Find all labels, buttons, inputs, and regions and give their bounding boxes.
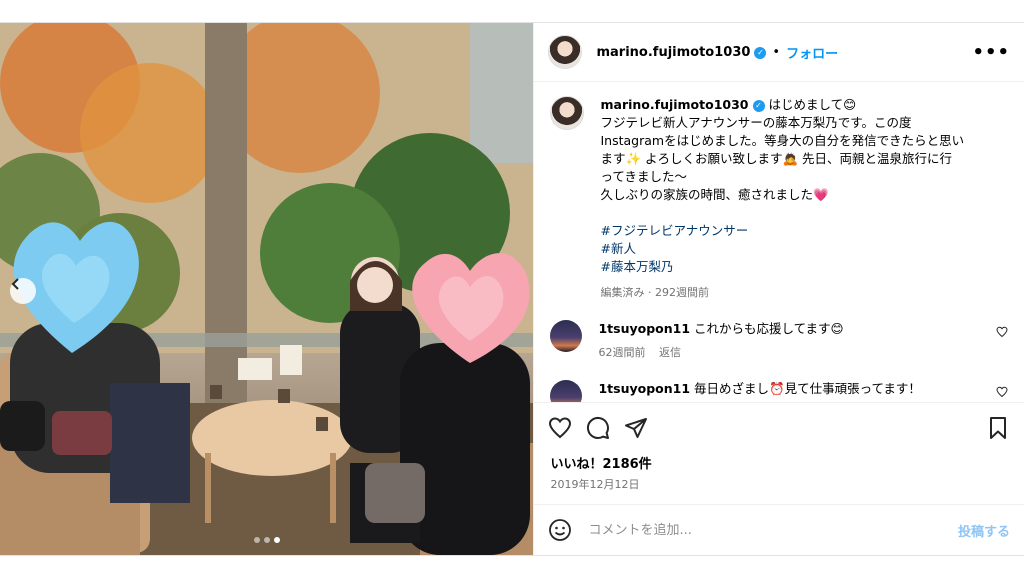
follow-button[interactable]: フォロー [786,43,838,62]
hashtag-link[interactable]: #藤本万梨乃 [600,258,1000,276]
comment-input[interactable] [586,521,958,539]
heart-icon [549,417,572,439]
comment-text: これからも応援してます😊 [694,321,844,336]
emoji-icon[interactable] [548,518,572,542]
photo-illustration [0,23,534,555]
comment-button[interactable] [586,416,610,440]
caption-line: ます✨ よろしくお願い致します🙇 先日、両親と温泉旅行に行 [600,151,953,166]
post-photo[interactable] [0,23,534,555]
post-date: 2019年12月12日 [550,478,640,491]
carousel-indicator [0,537,533,543]
hashtag-link[interactable]: #新人 [600,240,1000,258]
reply-button[interactable]: 返信 [659,346,681,359]
save-button[interactable] [986,416,1010,440]
author-avatar[interactable] [548,35,583,69]
comment-item: 1tsuyopon11 毎日めざまし⏰見て仕事頑張ってます！ [550,380,1008,402]
header-separator: • [772,44,781,60]
chevron-left-icon [11,278,19,290]
like-button[interactable] [548,416,572,440]
send-icon [625,418,648,438]
commenter-avatar[interactable] [550,320,583,352]
comment-like-icon[interactable] [996,326,1008,338]
commenter-username[interactable]: 1tsuyopon11 [598,381,690,396]
caption-line: はじめまして😊 [768,97,857,112]
comment-time: 62週間前 [598,346,646,359]
caption-username[interactable]: marino.fujimoto1030 ✓ [600,97,765,112]
carousel-dot-active [273,537,280,543]
verified-badge-icon: ✓ [752,100,765,112]
caption-line: Instagramをはじめました。等身大の自分を発信できたらと思い [600,133,965,148]
author-username[interactable]: marino.fujimoto1030 ✓ [596,45,767,60]
add-comment-bar: 投稿する [534,504,1024,555]
action-bar [534,402,1024,453]
carousel-dot [263,537,270,543]
instagram-post: marino.fujimoto1030 ✓ • フォロー ••• marino.f… [0,22,1024,556]
caption-line: 久しぶりの家族の時間、癒されました💗 [600,187,829,202]
comment-text: 毎日めざまし⏰見て仕事頑張ってます！ [694,381,921,396]
author-avatar[interactable] [550,96,585,130]
carousel-dot [253,537,260,543]
post-sidebar: marino.fujimoto1030 ✓ • フォロー ••• marino.f… [533,23,1024,555]
comment-item: 1tsuyopon11 これからも応援してます😊 62週間前 返信 [550,320,1008,362]
likes-count[interactable]: いいね！2186件 [534,453,1024,472]
comment-like-icon[interactable] [996,386,1008,398]
comment-icon [587,416,610,439]
bookmark-icon [990,417,1006,439]
commenter-avatar[interactable] [550,380,583,402]
carousel-prev-button[interactable] [10,278,36,304]
commenter-username[interactable]: 1tsuyopon11 [598,321,690,336]
more-options-icon[interactable]: ••• [972,42,1010,63]
share-button[interactable] [624,416,648,440]
caption-row: marino.fujimoto1030 ✓ はじめまして😊 フジテレビ新人アナウン… [550,96,1008,302]
post-caption: marino.fujimoto1030 ✓ はじめまして😊 フジテレビ新人アナウン… [600,96,1000,302]
comments-section[interactable]: marino.fujimoto1030 ✓ はじめまして😊 フジテレビ新人アナウン… [534,82,1024,402]
post-comment-button[interactable]: 投稿する [958,521,1010,540]
caption-line: フジテレビ新人アナウンサーの藤本万梨乃です。この度 [600,115,912,130]
post-header: marino.fujimoto1030 ✓ • フォロー ••• [534,23,1024,82]
caption-meta: 編集済み · 292週間前 [600,286,709,299]
caption-line: ってきました〜 [600,169,687,184]
verified-badge-icon: ✓ [754,46,767,59]
hashtag-link[interactable]: #フジテレビアナウンサー [600,222,1000,240]
